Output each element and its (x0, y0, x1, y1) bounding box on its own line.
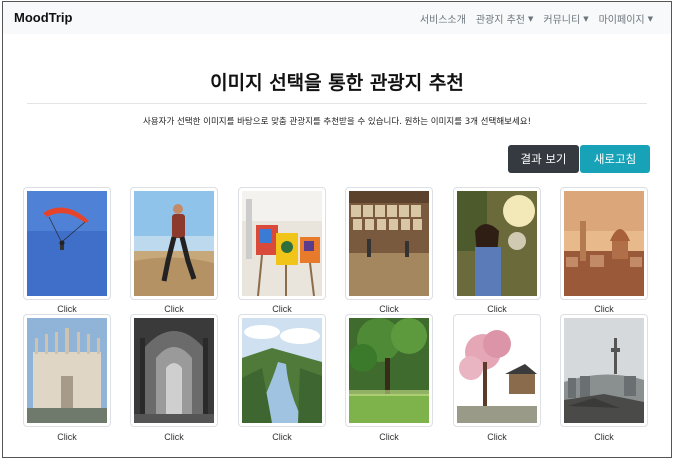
image-caption: Click (379, 432, 399, 442)
page-title: 이미지 선택을 통한 관광지 추천 (210, 72, 464, 94)
nav-menu: 서비스소개 관광지 추천 ▼ 커뮤니티 ▼ 마이페이지 ▼ (420, 11, 653, 27)
image-card-paraglider[interactable] (23, 187, 111, 300)
image-caption: Click (164, 304, 184, 314)
running-man-photo (134, 191, 214, 296)
art-easels-photo (242, 191, 322, 296)
page-description: 사용자가 선택한 이미지를 바탕으로 맞춤 관광지를 추천받을 수 있습니다. … (142, 117, 532, 127)
nav-item-mypage[interactable]: 마이페이지 ▼ (598, 11, 653, 27)
image-card-paintings[interactable] (238, 187, 326, 300)
image-caption: Click (487, 432, 507, 442)
caret-down-icon: ▼ (583, 14, 589, 23)
image-card-duomo[interactable] (23, 314, 111, 427)
brand-logo[interactable]: MoodTrip (14, 10, 73, 25)
image-caption: Click (272, 304, 292, 314)
image-card-seoul[interactable] (560, 314, 648, 427)
nav-item-label: 커뮤니티 (543, 15, 581, 26)
city-tower-photo (564, 318, 644, 423)
image-caption: Click (164, 432, 184, 442)
paragliding-photo (27, 191, 107, 296)
image-card-runner[interactable] (130, 187, 218, 300)
image-caption: Click (487, 304, 507, 314)
image-caption: Click (594, 432, 614, 442)
image-card-nave[interactable] (130, 314, 218, 427)
street-market-photo (349, 191, 429, 296)
image-card-market[interactable] (345, 187, 433, 300)
woman-outdoors-photo (457, 191, 537, 296)
caret-down-icon: ▼ (647, 14, 653, 23)
city-cathedral-photo (564, 191, 644, 296)
image-caption: Click (379, 304, 399, 314)
navbar: MoodTrip 서비스소개 관광지 추천 ▼ 커뮤니티 ▼ 마이페이지 ▼ (3, 2, 671, 34)
gothic-cathedral-photo (27, 318, 107, 423)
nav-item-label: 관광지 추천 (475, 15, 526, 26)
image-card-woman[interactable] (453, 187, 541, 300)
image-caption: Click (272, 432, 292, 442)
nav-item-label: 서비스소개 (419, 15, 466, 26)
caret-down-icon: ▼ (528, 14, 534, 23)
nav-item-label: 마이페이지 (598, 15, 645, 26)
image-caption: Click (57, 304, 77, 314)
image-card-florence[interactable] (560, 187, 648, 300)
image-card-forest[interactable] (345, 314, 433, 427)
refresh-button[interactable]: 새로고침 (580, 145, 650, 173)
image-card-river[interactable] (238, 314, 326, 427)
nav-item-community[interactable]: 커뮤니티 ▼ (543, 11, 589, 27)
image-card-blossom[interactable] (453, 314, 541, 427)
nav-item-service-intro[interactable]: 서비스소개 (420, 11, 466, 26)
cathedral-interior-photo (134, 318, 214, 423)
browser-frame: MoodTrip 서비스소개 관광지 추천 ▼ 커뮤니티 ▼ 마이페이지 ▼ 이… (2, 1, 672, 458)
image-caption: Click (57, 432, 77, 442)
cherry-blossom-photo (457, 318, 537, 423)
nav-item-recommendation[interactable]: 관광지 추천 ▼ (475, 11, 534, 27)
image-caption: Click (594, 304, 614, 314)
river-valley-photo (242, 318, 322, 423)
green-forest-photo (349, 318, 429, 423)
show-results-button[interactable]: 결과 보기 (508, 145, 579, 173)
divider (27, 103, 647, 104)
